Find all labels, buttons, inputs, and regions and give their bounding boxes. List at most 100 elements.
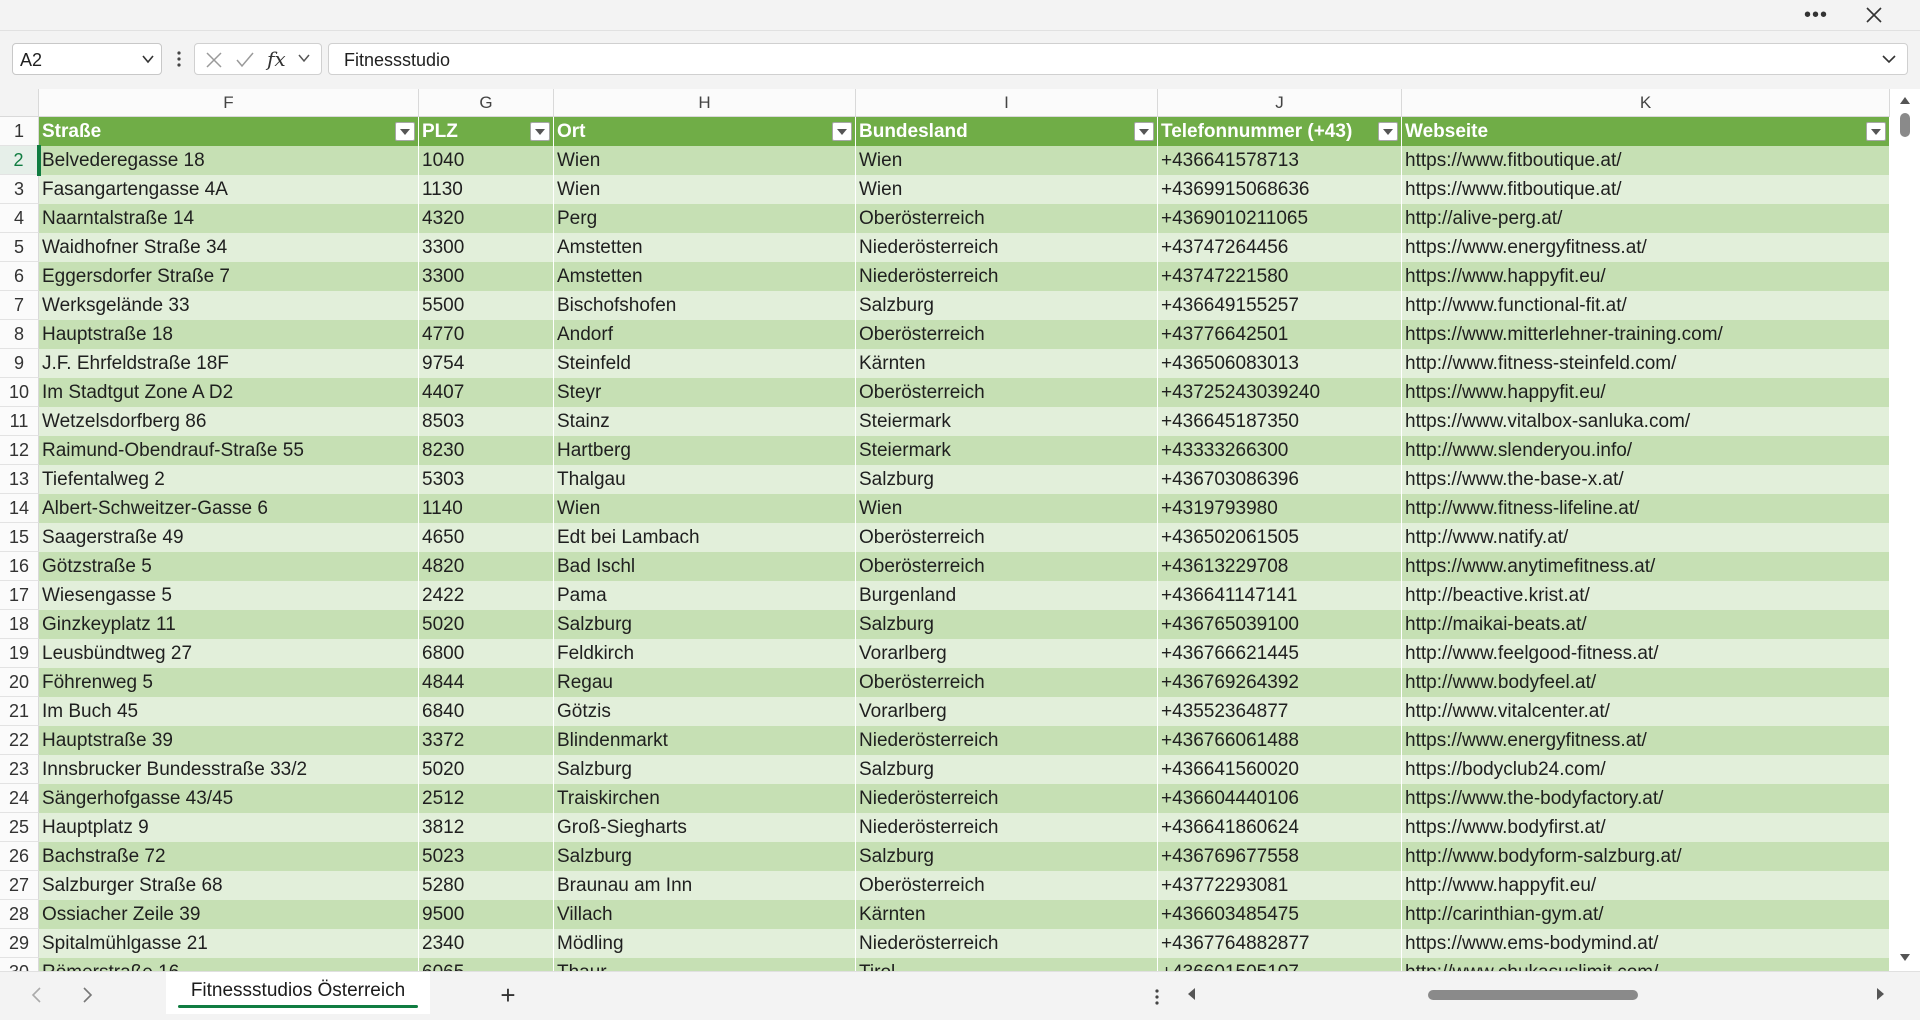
row-header[interactable]: 21	[0, 697, 39, 726]
table-cell[interactable]: 6800	[419, 639, 554, 668]
table-cell[interactable]: Innsbrucker Bundesstraße 33/2	[39, 755, 419, 784]
cancel-icon[interactable]	[205, 51, 223, 69]
more-options-icon[interactable]: •••	[1796, 2, 1836, 28]
table-cell[interactable]: 8503	[419, 407, 554, 436]
table-cell[interactable]: 4844	[419, 668, 554, 697]
row-header[interactable]: 2	[0, 146, 39, 175]
scroll-down-icon[interactable]	[1899, 953, 1911, 963]
table-cell[interactable]: https://www.energyfitness.at/	[1402, 233, 1890, 262]
table-cell[interactable]: Vorarlberg	[856, 697, 1158, 726]
table-cell[interactable]: Götzis	[554, 697, 856, 726]
column-header-h[interactable]: H	[554, 89, 856, 117]
chevron-left-icon[interactable]	[30, 986, 44, 1004]
filter-dropdown-icon[interactable]	[1134, 122, 1154, 141]
table-cell[interactable]: Amstetten	[554, 233, 856, 262]
table-cell[interactable]: http://www.bodyfeel.at/	[1402, 668, 1890, 697]
table-cell[interactable]: http://beactive.krist.at/	[1402, 581, 1890, 610]
row-header[interactable]: 15	[0, 523, 39, 552]
table-header-cell[interactable]: Bundesland	[856, 117, 1158, 146]
table-cell[interactable]: Hauptstraße 18	[39, 320, 419, 349]
close-icon[interactable]	[1856, 2, 1892, 28]
table-cell[interactable]: Waidhofner Straße 34	[39, 233, 419, 262]
row-header[interactable]: 24	[0, 784, 39, 813]
table-cell[interactable]: https://www.bodyfirst.at/	[1402, 813, 1890, 842]
table-cell[interactable]: https://www.vitalbox-sanluka.com/	[1402, 407, 1890, 436]
table-cell[interactable]: +436603485475	[1158, 900, 1402, 929]
table-cell[interactable]: Burgenland	[856, 581, 1158, 610]
table-cell[interactable]: 3300	[419, 262, 554, 291]
table-cell[interactable]: Villach	[554, 900, 856, 929]
table-cell[interactable]: http://www.fitness-lifeline.at/	[1402, 494, 1890, 523]
row-header[interactable]: 10	[0, 378, 39, 407]
table-cell[interactable]: Ginzkeyplatz 11	[39, 610, 419, 639]
table-cell[interactable]: http://www.functional-fit.at/	[1402, 291, 1890, 320]
column-header-i[interactable]: I	[856, 89, 1158, 117]
table-cell[interactable]: J.F. Ehrfeldstraße 18F	[39, 349, 419, 378]
table-cell[interactable]: Salzburg	[554, 842, 856, 871]
table-cell[interactable]: Steyr	[554, 378, 856, 407]
table-cell[interactable]: Groß-Siegharts	[554, 813, 856, 842]
table-cell[interactable]: 3300	[419, 233, 554, 262]
table-cell[interactable]: Stainz	[554, 407, 856, 436]
table-cell[interactable]: Traiskirchen	[554, 784, 856, 813]
table-cell[interactable]: Wetzelsdorfberg 86	[39, 407, 419, 436]
table-cell[interactable]: +43776642501	[1158, 320, 1402, 349]
filter-dropdown-icon[interactable]	[1866, 122, 1886, 141]
table-cell[interactable]: http://www.bodyform-salzburg.at/	[1402, 842, 1890, 871]
table-cell[interactable]: Andorf	[554, 320, 856, 349]
table-cell[interactable]: 5023	[419, 842, 554, 871]
table-cell[interactable]: http://www.vitalcenter.at/	[1402, 697, 1890, 726]
table-cell[interactable]: Regau	[554, 668, 856, 697]
table-cell[interactable]: +436641560020	[1158, 755, 1402, 784]
table-cell[interactable]: 4407	[419, 378, 554, 407]
table-cell[interactable]: +43772293081	[1158, 871, 1402, 900]
table-cell[interactable]: +436766061488	[1158, 726, 1402, 755]
select-all-corner[interactable]	[0, 89, 39, 117]
table-cell[interactable]: 4650	[419, 523, 554, 552]
table-cell[interactable]: Werksgelände 33	[39, 291, 419, 320]
table-cell[interactable]: 6840	[419, 697, 554, 726]
table-cell[interactable]: +4369010211065	[1158, 204, 1402, 233]
table-cell[interactable]: Wien	[554, 494, 856, 523]
table-cell[interactable]: Eggersdorfer Straße 7	[39, 262, 419, 291]
table-cell[interactable]: http://www.slenderyou.info/	[1402, 436, 1890, 465]
table-cell[interactable]: 2340	[419, 929, 554, 958]
table-cell[interactable]: http://alive-perg.at/	[1402, 204, 1890, 233]
table-cell[interactable]: Mödling	[554, 929, 856, 958]
table-cell[interactable]: Niederösterreich	[856, 726, 1158, 755]
vertical-dots-icon[interactable]	[174, 45, 184, 73]
table-cell[interactable]: +436641147141	[1158, 581, 1402, 610]
table-cell[interactable]: https://www.happyfit.eu/	[1402, 262, 1890, 291]
table-cell[interactable]: Salzburger Straße 68	[39, 871, 419, 900]
table-cell[interactable]: Tiefentalweg 2	[39, 465, 419, 494]
table-cell[interactable]: Oberösterreich	[856, 378, 1158, 407]
table-cell[interactable]: Kärnten	[856, 349, 1158, 378]
table-cell[interactable]: 9500	[419, 900, 554, 929]
table-header-cell[interactable]: Telefonnummer (+43)	[1158, 117, 1402, 146]
row-header[interactable]: 17	[0, 581, 39, 610]
row-header[interactable]: 22	[0, 726, 39, 755]
table-cell[interactable]: Edt bei Lambach	[554, 523, 856, 552]
table-cell[interactable]: Föhrenweg 5	[39, 668, 419, 697]
table-cell[interactable]: +436769264392	[1158, 668, 1402, 697]
row-header[interactable]: 5	[0, 233, 39, 262]
column-header-f[interactable]: F	[39, 89, 419, 117]
table-cell[interactable]: +436649155257	[1158, 291, 1402, 320]
table-cell[interactable]: Saagerstraße 49	[39, 523, 419, 552]
table-cell[interactable]: 3372	[419, 726, 554, 755]
row-header[interactable]: 4	[0, 204, 39, 233]
row-header[interactable]: 30	[0, 958, 39, 971]
row-header[interactable]: 14	[0, 494, 39, 523]
formula-input[interactable]: Fitnessstudio	[328, 43, 1908, 75]
table-cell[interactable]: http://www.happyfit.eu/	[1402, 871, 1890, 900]
row-header[interactable]: 23	[0, 755, 39, 784]
name-box[interactable]: A2	[12, 43, 162, 75]
table-cell[interactable]: Vorarlberg	[856, 639, 1158, 668]
table-cell[interactable]: Leusbündtweg 27	[39, 639, 419, 668]
table-cell[interactable]: Braunau am Inn	[554, 871, 856, 900]
table-cell[interactable]: Römerstraße 16	[39, 958, 419, 971]
table-cell[interactable]: +4367764882877	[1158, 929, 1402, 958]
table-cell[interactable]: +43725243039240	[1158, 378, 1402, 407]
table-cell[interactable]: Wiesengasse 5	[39, 581, 419, 610]
table-header-cell[interactable]: Straße	[39, 117, 419, 146]
